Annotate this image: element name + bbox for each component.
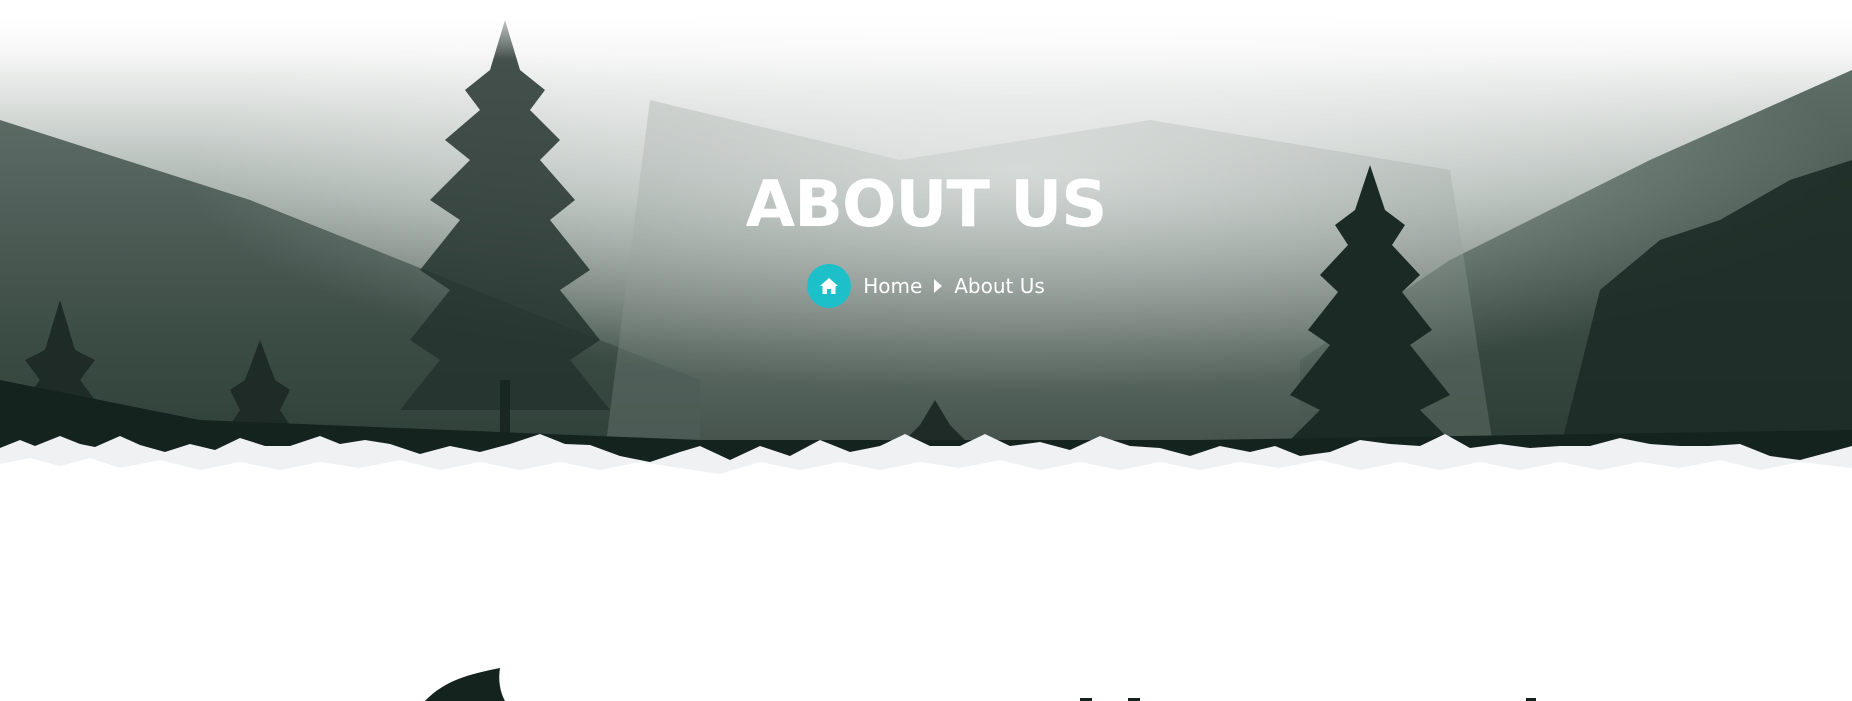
page-title: ABOUT US <box>745 168 1108 242</box>
home-icon <box>820 278 839 294</box>
hero-banner: ABOUT US Home About Us <box>0 0 1852 490</box>
decorative-shape <box>425 668 1536 701</box>
breadcrumb-home-link[interactable]: Home <box>863 274 922 298</box>
content-section-top <box>0 640 1852 701</box>
hero-content: ABOUT US Home About Us <box>0 160 1852 308</box>
page: ABOUT US Home About Us <box>0 0 1852 701</box>
breadcrumb-home-button[interactable] <box>807 264 852 308</box>
breadcrumb: Home About Us <box>807 264 1045 308</box>
breadcrumb-current: About Us <box>954 274 1045 298</box>
caret-right-icon <box>934 279 943 293</box>
